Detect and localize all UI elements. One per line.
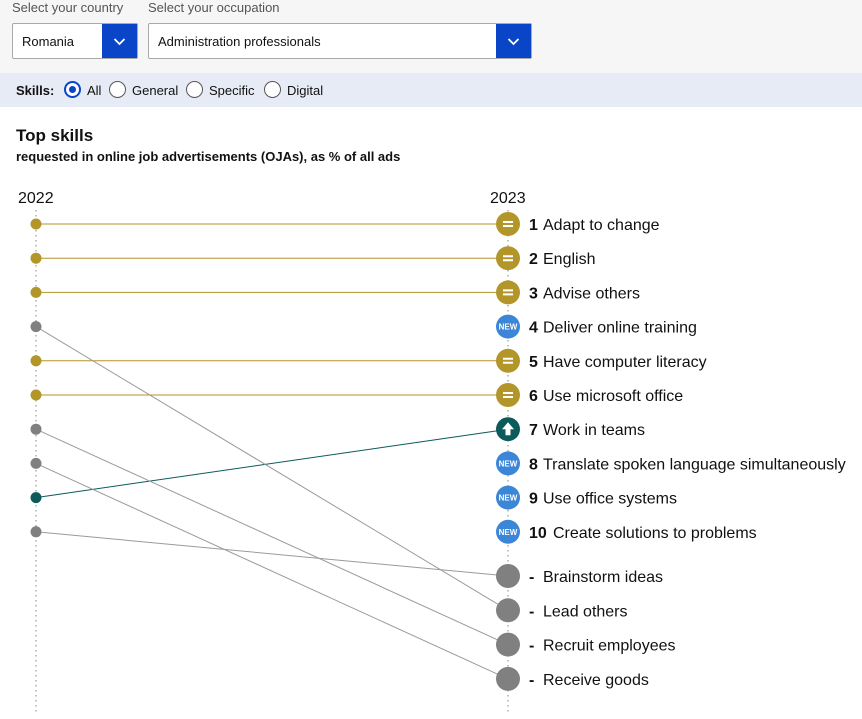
rank-number: 9 <box>529 491 538 508</box>
marker-dropped[interactable] <box>496 666 520 691</box>
dot-2022[interactable] <box>30 492 42 504</box>
rank-number: - <box>529 569 534 586</box>
skill-label: Create solutions to problems <box>553 525 757 542</box>
rank-number: 8 <box>529 456 538 473</box>
connector-line <box>35 326 509 611</box>
skill-label: Have computer literacy <box>543 354 707 371</box>
skill-label: Receive goods <box>543 672 649 689</box>
dot-2022[interactable] <box>30 457 42 469</box>
skill-label: Deliver online training <box>543 320 697 337</box>
dot-2022[interactable] <box>30 218 42 230</box>
skill-label: Recruit employees <box>543 638 676 655</box>
rank-number: 10 <box>529 525 547 542</box>
skill-label: English <box>543 251 595 268</box>
skill-label: Adapt to change <box>543 217 660 234</box>
rank-number: 2 <box>529 251 538 268</box>
dot-2022[interactable] <box>30 355 42 367</box>
dot-2022[interactable] <box>30 321 42 333</box>
skill-label: Lead others <box>543 603 628 620</box>
new-badge-text: NEW <box>499 494 518 503</box>
rank-number: 3 <box>529 285 538 302</box>
marker-dropped[interactable] <box>496 632 520 657</box>
skill-label: Use office systems <box>543 491 677 508</box>
skill-label: Brainstorm ideas <box>543 569 663 586</box>
marker-unchanged[interactable] <box>496 280 520 305</box>
dot-2022[interactable] <box>30 252 42 264</box>
rank-number: 6 <box>529 388 538 405</box>
skill-label: Advise others <box>543 285 640 302</box>
new-badge-text: NEW <box>499 528 518 537</box>
connector-line <box>35 428 509 499</box>
rank-number: 7 <box>529 422 538 439</box>
rank-number: 5 <box>529 354 538 371</box>
marker-unchanged[interactable] <box>496 212 520 236</box>
marker-dropped[interactable] <box>496 564 520 588</box>
skill-label: Work in teams <box>543 422 645 439</box>
new-badge-text: NEW <box>499 459 518 468</box>
rank-number: - <box>529 603 534 620</box>
connector-line <box>35 462 509 680</box>
rank-number: 1 <box>529 217 538 234</box>
dot-2022[interactable] <box>30 286 42 298</box>
dot-2022[interactable] <box>30 389 42 401</box>
rank-number: 4 <box>529 320 538 337</box>
marker-unchanged[interactable] <box>496 348 520 373</box>
dot-2022[interactable] <box>30 423 42 435</box>
rank-number: - <box>529 672 534 689</box>
connector-line <box>35 531 509 577</box>
marker-unchanged[interactable] <box>496 246 520 271</box>
skill-label: Translate spoken language simultaneously <box>543 456 846 473</box>
skill-label: Use microsoft office <box>543 388 683 405</box>
connector-line <box>35 428 509 646</box>
new-badge-text: NEW <box>499 323 518 332</box>
marker-dropped[interactable] <box>496 598 520 623</box>
dot-2022[interactable] <box>30 526 42 538</box>
rank-number: - <box>529 638 534 655</box>
slope-chart: 1 Adapt to change 2 English 3 Advise others NE… <box>30 210 846 712</box>
marker-unchanged[interactable] <box>496 383 520 407</box>
